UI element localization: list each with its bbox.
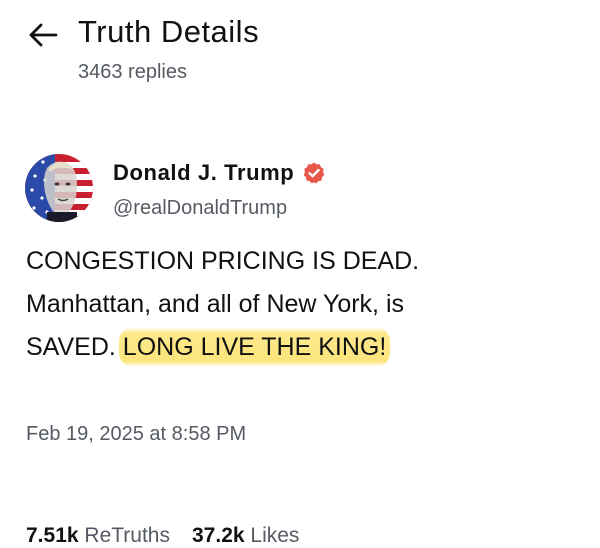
- retruths-count: 7.51k: [26, 524, 79, 547]
- replies-count: 3463 replies: [78, 61, 187, 83]
- post-text-segment: SAVED.: [26, 333, 116, 361]
- likes-count: 37.2k: [192, 524, 245, 547]
- author-name-text: Donald J. Trump: [113, 160, 295, 185]
- post-text: CONGESTION PRICING IS DEAD. Manhattan, a…: [26, 240, 586, 369]
- highlighted-text: LONG LIVE THE KING!: [118, 327, 391, 367]
- likes-stat[interactable]: 37.2k Likes: [192, 524, 299, 548]
- post-text-line: SAVED. LONG LIVE THE KING!: [26, 326, 586, 369]
- page-title: Truth Details: [78, 14, 260, 49]
- post-text-line: CONGESTION PRICING IS DEAD.: [26, 247, 420, 275]
- back-button[interactable]: [26, 18, 60, 52]
- author-handle[interactable]: @realDonaldTrump: [113, 197, 287, 220]
- post-text-line: Manhattan, and all of New York, is: [26, 290, 405, 318]
- author-name[interactable]: Donald J. Trump: [113, 160, 326, 186]
- retruths-stat[interactable]: 7.51k ReTruths: [26, 524, 170, 548]
- post-timestamp: Feb 19, 2025 at 8:58 PM: [26, 423, 247, 445]
- retruths-label: ReTruths: [84, 524, 170, 547]
- avatar[interactable]: [25, 154, 93, 222]
- arrow-left-icon: [29, 23, 58, 47]
- page-header: Truth Details 3463 replies: [0, 0, 600, 110]
- post-stats: 7.51k ReTruths 37.2k Likes: [26, 524, 299, 548]
- likes-label: Likes: [250, 524, 300, 547]
- verified-badge-icon: [304, 162, 325, 184]
